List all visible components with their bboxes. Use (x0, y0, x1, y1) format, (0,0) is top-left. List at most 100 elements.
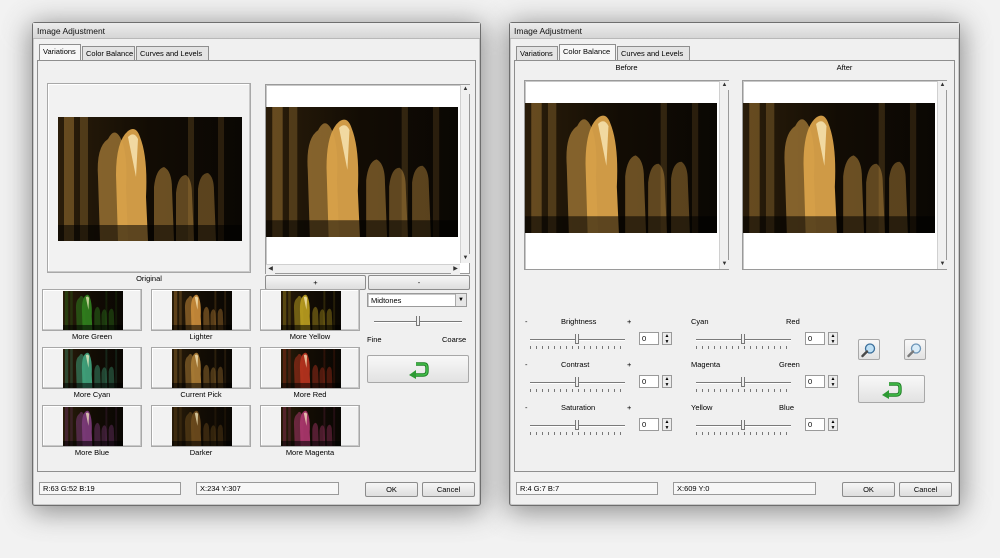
statue-image (63, 349, 123, 388)
magenta-green-spin-buttons[interactable]: ▲ ▼ (828, 375, 838, 388)
brightness-spin-buttons[interactable]: ▲ ▼ (662, 332, 672, 345)
preview-horizontal-scrollbar[interactable]: ◀ ▶ (266, 264, 460, 274)
after-vertical-scrollbar[interactable]: ▲ ▼ (937, 81, 947, 269)
scroll-down-arrow-icon[interactable]: ▼ (938, 260, 947, 269)
variation-more-cyan-button[interactable] (42, 347, 142, 389)
variation-label: Lighter (189, 332, 213, 341)
original-frame (47, 83, 251, 273)
tab-variations[interactable]: Variations (516, 46, 558, 60)
cyan-red-value-field[interactable]: 0 (805, 332, 825, 345)
variation-more-green-button[interactable] (42, 289, 142, 331)
magenta-green-slider-thumb[interactable] (741, 377, 745, 387)
scroll-left-arrow-icon[interactable]: ◀ (266, 265, 275, 274)
variation-more-red-thumbnail (281, 349, 341, 388)
status-coordinates-readout: X:609 Y:0 (673, 482, 816, 495)
tone-range-select[interactable]: Midtones ▼ (367, 293, 467, 307)
statue-image (525, 103, 717, 233)
variation-more-magenta-button[interactable] (260, 405, 360, 447)
scroll-down-arrow-icon[interactable]: ▼ (720, 260, 729, 269)
spin-down-icon[interactable]: ▼ (663, 339, 671, 345)
variation-label: More Red (293, 390, 327, 399)
preview-photo (266, 107, 458, 237)
contrast-spin-buttons[interactable]: ▲ ▼ (662, 375, 672, 388)
before-vertical-scrollbar[interactable]: ▲ ▼ (719, 81, 729, 269)
statue-image (172, 291, 232, 330)
preview-vertical-scrollbar[interactable]: ▲ ▼ (460, 85, 470, 263)
zoom-out-button[interactable] (904, 339, 926, 360)
saturation-spin-buttons[interactable]: ▲ ▼ (662, 418, 672, 431)
variation-more-yellow-thumbnail (281, 291, 341, 330)
saturation-label: Saturation (561, 403, 596, 412)
scroll-up-arrow-icon[interactable]: ▲ (720, 81, 729, 90)
cancel-button[interactable]: Cancel (899, 482, 952, 497)
variation-more-yellow-button[interactable] (260, 289, 360, 331)
spin-down-icon[interactable]: ▼ (829, 382, 837, 388)
statue-image (58, 117, 242, 241)
variation-lighter-button[interactable] (151, 289, 251, 331)
saturation-slider-thumb[interactable] (575, 420, 579, 430)
statue-image (63, 407, 123, 446)
brightness-slider-ticks (530, 346, 625, 349)
variation-more-blue-thumbnail (63, 407, 123, 446)
variation-label: Current Pick (180, 390, 222, 399)
variation-more-red-button[interactable] (260, 347, 360, 389)
brightness-label: Brightness (561, 317, 597, 326)
saturation-value-field[interactable]: 0 (639, 418, 659, 431)
scroll-down-arrow-icon[interactable]: ▼ (461, 254, 470, 263)
cyan-label: Cyan (691, 317, 709, 326)
statue-image (743, 103, 935, 233)
cancel-button[interactable]: Cancel (422, 482, 475, 497)
contrast-value-field[interactable]: 0 (639, 375, 659, 388)
tab-color-balance[interactable]: Color Balance (82, 46, 135, 60)
variation-darker-button[interactable] (151, 405, 251, 447)
magenta-green-slider-ticks (696, 389, 791, 392)
cyan-red-slider-thumb[interactable] (741, 334, 745, 344)
magnifier-icon (861, 343, 876, 358)
variation-lighter-thumbnail (172, 291, 232, 330)
coarse-label: Coarse (442, 335, 467, 344)
increase-amount-button[interactable]: + (265, 275, 366, 290)
decrease-amount-button[interactable]: - (368, 275, 470, 290)
variation-more-green-thumbnail (63, 291, 123, 330)
yellow-blue-spin-buttons[interactable]: ▲ ▼ (828, 418, 838, 431)
scroll-up-arrow-icon[interactable]: ▲ (938, 81, 947, 90)
spin-down-icon[interactable]: ▼ (829, 425, 837, 431)
scroll-up-arrow-icon[interactable]: ▲ (461, 85, 470, 94)
fine-coarse-slider-thumb[interactable] (416, 316, 420, 326)
ok-button[interactable]: OK (842, 482, 895, 497)
red-label: Red (786, 317, 800, 326)
tab-curves-and-levels[interactable]: Curves and Levels (136, 46, 209, 60)
status-coordinates-readout: X:234 Y:307 (196, 482, 339, 495)
blue-label: Blue (779, 403, 795, 412)
contrast-slider-thumb[interactable] (575, 377, 579, 387)
tab-variations[interactable]: Variations (39, 44, 81, 60)
statue-image (281, 349, 341, 388)
variation-current-pick-thumbnail (172, 349, 232, 388)
cyan-red-spin-buttons[interactable]: ▲ ▼ (828, 332, 838, 345)
tab-curves-and-levels[interactable]: Curves and Levels (617, 46, 690, 60)
variation-current-pick-button[interactable] (151, 347, 251, 389)
spin-down-icon[interactable]: ▼ (663, 425, 671, 431)
zoom-in-button[interactable] (858, 339, 880, 360)
ok-button[interactable]: OK (365, 482, 418, 497)
spin-down-icon[interactable]: ▼ (829, 339, 837, 345)
yellow-blue-slider-ticks (696, 432, 791, 435)
magenta-green-value-field[interactable]: 0 (805, 375, 825, 388)
brightness-value-field[interactable]: 0 (639, 332, 659, 345)
before-preview-frame: ▲ ▼ (524, 80, 729, 270)
return-arrow-icon (882, 382, 902, 399)
reset-button[interactable] (858, 375, 925, 403)
chevron-down-icon[interactable]: ▼ (455, 294, 466, 306)
reset-button[interactable] (367, 355, 469, 383)
spin-down-icon[interactable]: ▼ (663, 382, 671, 388)
status-rgb-readout: R:4 G:7 B:7 (516, 482, 658, 495)
brightness-slider-thumb[interactable] (575, 334, 579, 344)
original-label: Original (136, 274, 162, 283)
preview-frame: ▲ ▼ ◀ ▶ (265, 84, 470, 274)
variation-more-blue-button[interactable] (42, 405, 142, 447)
tab-color-balance[interactable]: Color Balance (559, 44, 616, 60)
yellow-blue-slider-thumb[interactable] (741, 420, 745, 430)
scroll-right-arrow-icon[interactable]: ▶ (451, 265, 460, 274)
statue-image (172, 349, 232, 388)
yellow-blue-value-field[interactable]: 0 (805, 418, 825, 431)
